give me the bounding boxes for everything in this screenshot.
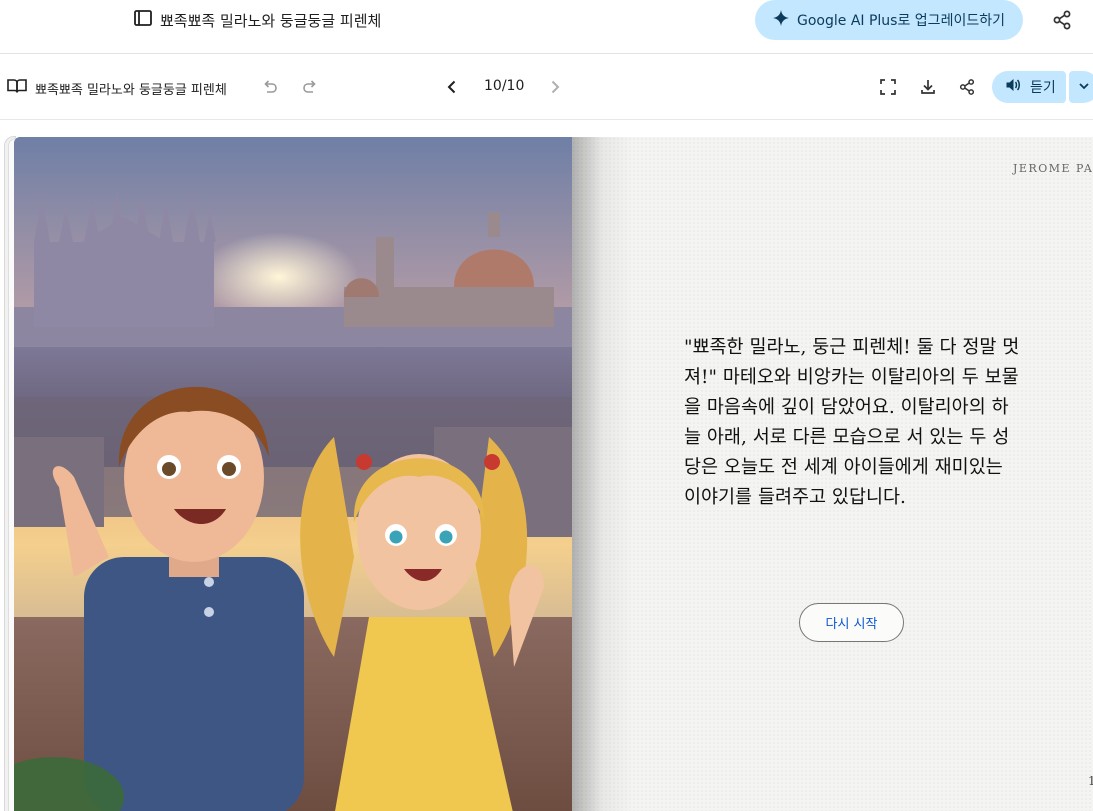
share-icon[interactable] bbox=[1050, 8, 1074, 32]
book-viewer: JEROME PAR "뾰족한 밀라노, 둥근 피렌체! 둘 다 정말 멋져!"… bbox=[0, 120, 1093, 811]
upgrade-label: Google AI Plus로 업그레이드하기 bbox=[797, 13, 1005, 29]
restart-button[interactable]: 다시 시작 bbox=[799, 603, 904, 642]
upgrade-button[interactable]: Google AI Plus로 업그레이드하기 bbox=[755, 0, 1023, 40]
page-indicator: 10/10 bbox=[484, 78, 525, 94]
speaker-icon bbox=[1005, 77, 1021, 97]
undo-icon[interactable] bbox=[258, 75, 282, 99]
page-number: 1 bbox=[1088, 774, 1093, 788]
document-title-text: 뾰족뾰족 밀라노와 둥글둥글 피렌체 bbox=[160, 11, 382, 30]
listen-options-dropdown[interactable] bbox=[1069, 71, 1093, 103]
text-page: JEROME PAR "뾰족한 밀라노, 둥근 피렌체! 둘 다 정말 멋져!"… bbox=[572, 137, 1093, 811]
illustration-page bbox=[14, 137, 572, 811]
listen-label: 듣기 bbox=[1030, 80, 1056, 96]
fullscreen-icon[interactable] bbox=[876, 75, 900, 99]
toolbar-title-text: 뾰족뾰족 밀라노와 둥글둥글 피렌체 bbox=[35, 82, 227, 98]
redo-icon[interactable] bbox=[298, 75, 322, 99]
share-icon[interactable] bbox=[955, 75, 979, 99]
toolbar-title: 뾰족뾰족 밀라노와 둥글둥글 피렌체 bbox=[7, 78, 227, 98]
chevron-left-icon[interactable] bbox=[440, 75, 464, 99]
download-icon[interactable] bbox=[916, 75, 940, 99]
app-header: 뾰족뾰족 밀라노와 둥글둥글 피렌체 Google AI Plus로 업그레이드… bbox=[0, 0, 1093, 54]
chevron-right-icon[interactable] bbox=[543, 75, 567, 99]
listen-button[interactable]: 듣기 bbox=[992, 71, 1066, 103]
story-text: "뾰족한 밀라노, 둥근 피렌체! 둘 다 정말 멋져!" 마테오와 비앙카는 … bbox=[684, 337, 1020, 508]
book-icon bbox=[133, 9, 153, 31]
story-illustration bbox=[14, 137, 572, 811]
open-book-icon bbox=[7, 78, 27, 98]
reader-toolbar: 뾰족뾰족 밀라노와 둥글둥글 피렌체 10/10 듣기 bbox=[0, 54, 1093, 120]
document-title: 뾰족뾰족 밀라노와 둥글둥글 피렌체 bbox=[133, 9, 381, 31]
author-name: JEROME PAR bbox=[1013, 162, 1093, 175]
sparkle-icon bbox=[773, 10, 789, 30]
chevron-down-icon bbox=[1077, 78, 1091, 97]
